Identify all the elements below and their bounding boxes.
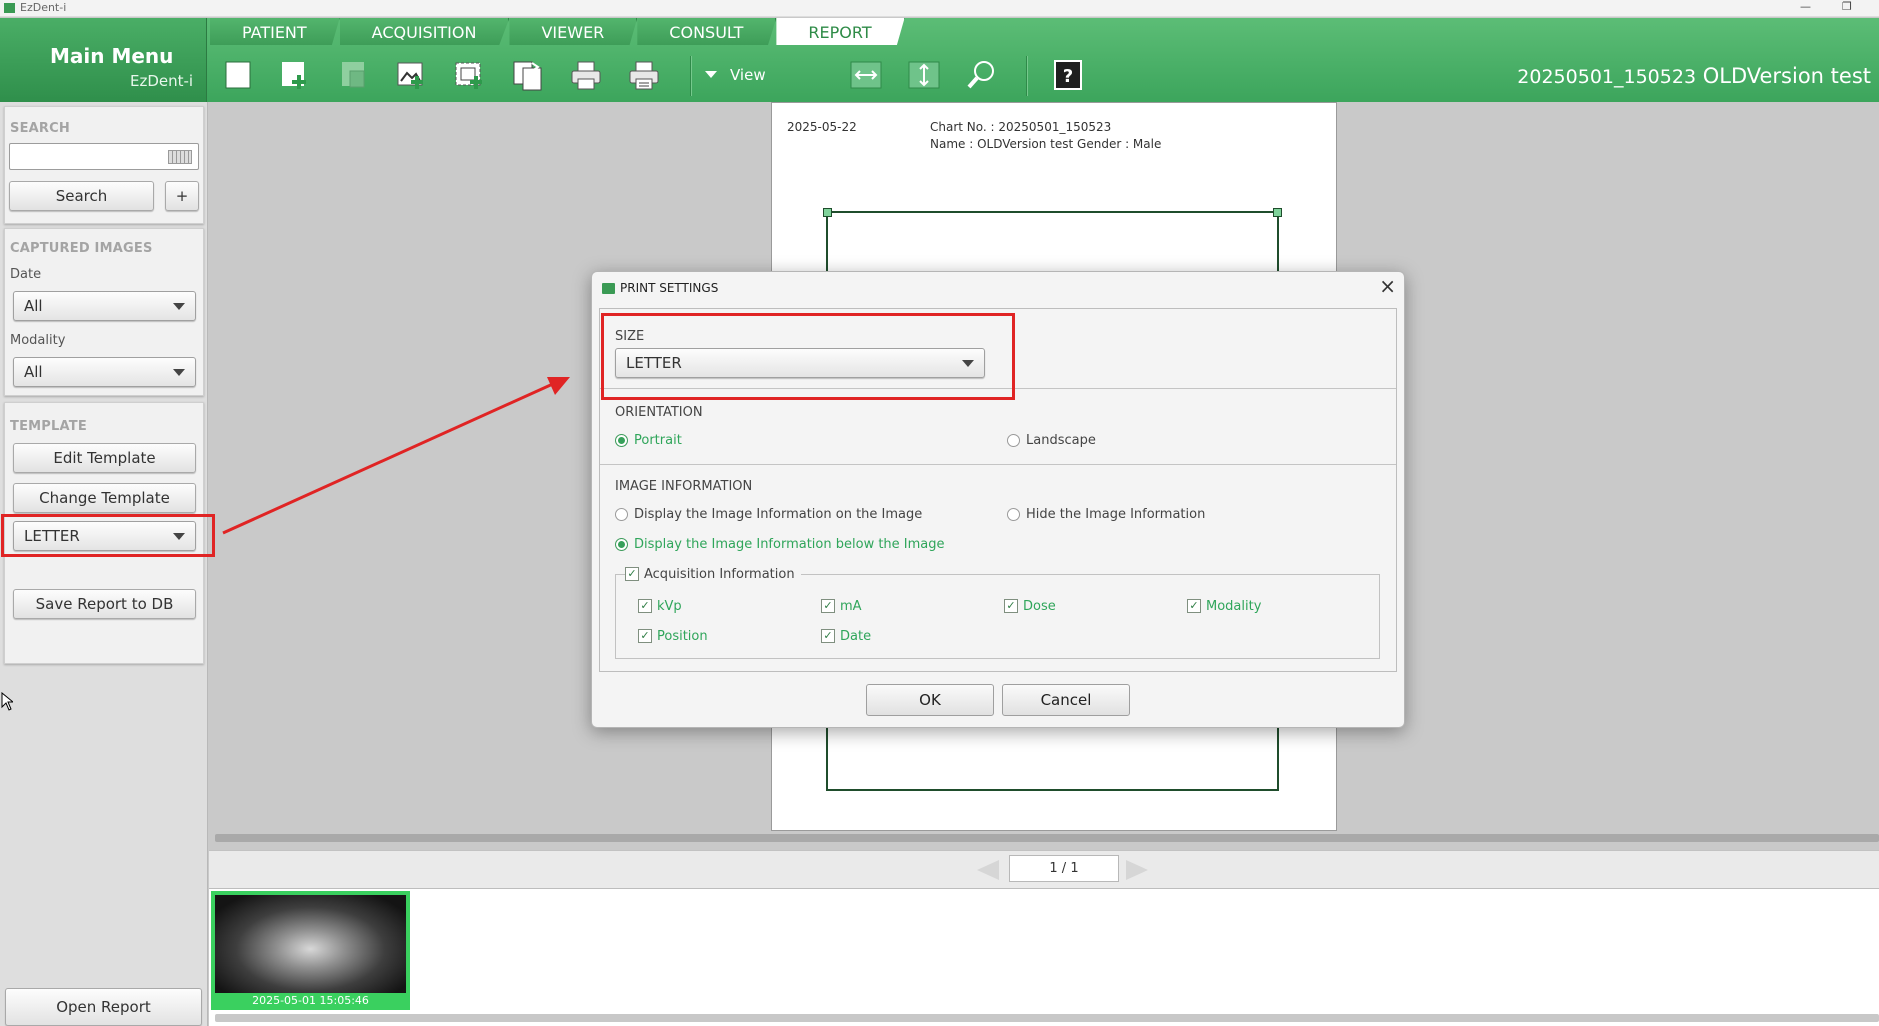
save-report-button[interactable]: Save Report to DB xyxy=(13,589,196,619)
svg-text:?: ? xyxy=(1063,66,1073,87)
captured-images-section: CAPTURED IMAGES Date All Modality All xyxy=(4,228,204,396)
add-search-button[interactable]: + xyxy=(165,181,199,211)
insert-image-icon[interactable] xyxy=(394,58,430,92)
search-button[interactable]: Search xyxy=(9,181,154,211)
modality-label: Modality xyxy=(10,333,66,348)
toolbar-separator xyxy=(1026,56,1028,96)
chevron-down-icon xyxy=(173,303,185,310)
previous-page-icon[interactable] xyxy=(977,860,999,880)
edit-template-button[interactable]: Edit Template xyxy=(13,443,196,473)
template-heading: TEMPLATE xyxy=(10,419,87,434)
view-menu-label[interactable]: View xyxy=(730,66,766,84)
report-chart-number: Chart No. : 20250501_150523 xyxy=(930,120,1112,134)
modality-checkbox[interactable]: Modality xyxy=(1187,599,1261,614)
modality-filter-value: All xyxy=(24,363,43,381)
delete-page-icon[interactable] xyxy=(336,58,372,92)
fit-width-icon[interactable] xyxy=(848,58,884,92)
cancel-button[interactable]: Cancel xyxy=(1002,684,1130,716)
keyboard-icon[interactable] xyxy=(168,150,192,164)
window-title: EzDent-i xyxy=(20,1,67,14)
date-filter-select[interactable]: All xyxy=(13,291,196,321)
image-information-label: IMAGE INFORMATION xyxy=(615,479,753,494)
module-tabs: PATIENT ACQUISITION VIEWER CONSULT REPOR… xyxy=(210,18,905,45)
captured-images-heading: CAPTURED IMAGES xyxy=(10,241,153,256)
thumbnail-caption: 2025-05-01 15:05:46 xyxy=(252,994,369,1007)
annotation-highlight-box xyxy=(601,313,1015,400)
dialog-app-icon xyxy=(602,283,615,294)
add-page-icon[interactable] xyxy=(278,58,314,92)
tab-acquisition[interactable]: ACQUISITION xyxy=(339,18,510,45)
page-indicator: 1 / 1 xyxy=(1009,855,1119,882)
open-report-button[interactable]: Open Report xyxy=(5,988,202,1026)
main-menu-subtitle: EzDent-i xyxy=(130,72,194,90)
mouse-cursor-icon xyxy=(1,692,13,711)
date-label: Date xyxy=(10,267,42,282)
tab-report[interactable]: REPORT xyxy=(776,18,905,45)
patient-chart-id: 20250501_150523 xyxy=(1517,66,1697,88)
chevron-down-icon xyxy=(173,369,185,376)
report-date: 2025-05-22 xyxy=(787,120,857,134)
main-menu-title: Main Menu xyxy=(50,44,174,68)
restore-icon[interactable]: ❐ xyxy=(1842,0,1852,13)
left-panel: SEARCH Search + CAPTURED IMAGES Date All… xyxy=(0,102,208,1026)
help-icon[interactable]: ? xyxy=(1050,58,1086,92)
acquisition-info-group xyxy=(615,574,1380,659)
thumbnail-scrollbar[interactable] xyxy=(215,1014,1879,1022)
divider xyxy=(600,464,1396,465)
display-below-image-radio[interactable]: Display the Image Information below the … xyxy=(615,537,945,552)
copy-page-icon[interactable] xyxy=(510,58,546,92)
display-on-image-radio[interactable]: Display the Image Information on the Ima… xyxy=(615,507,922,522)
dose-checkbox[interactable]: Dose xyxy=(1004,599,1056,614)
tab-patient[interactable]: PATIENT xyxy=(210,18,340,45)
acquisition-info-checkbox[interactable]: Acquisition Information xyxy=(625,567,801,582)
horizontal-scrollbar[interactable] xyxy=(215,834,1879,842)
print-settings-icon[interactable] xyxy=(626,58,662,92)
annotation-arrow xyxy=(222,377,570,535)
insert-frame-icon[interactable] xyxy=(452,58,488,92)
app-logo-icon xyxy=(4,3,15,13)
toolbar-separator xyxy=(690,56,692,96)
frame-handle[interactable] xyxy=(823,208,832,217)
position-checkbox[interactable]: Position xyxy=(638,629,708,644)
hide-image-info-radio[interactable]: Hide the Image Information xyxy=(1007,507,1205,522)
modality-filter-select[interactable]: All xyxy=(13,357,196,387)
tab-viewer[interactable]: VIEWER xyxy=(509,18,638,45)
view-dropdown-icon[interactable] xyxy=(704,58,718,92)
date-checkbox[interactable]: Date xyxy=(821,629,871,644)
orientation-label: ORIENTATION xyxy=(615,405,703,420)
next-page-icon[interactable] xyxy=(1126,860,1148,880)
close-icon[interactable]: × xyxy=(1379,274,1396,298)
thumbnail-strip: 2025-05-01 15:05:46 xyxy=(209,888,1879,1026)
dialog-title: PRINT SETTINGS xyxy=(620,281,719,295)
new-page-icon[interactable] xyxy=(220,58,256,92)
search-heading: SEARCH xyxy=(10,121,70,136)
fit-height-icon[interactable] xyxy=(906,58,942,92)
patient-title: 20250501_150523 OLDVersion test xyxy=(1517,64,1871,88)
panoramic-xray-image xyxy=(215,895,406,993)
search-input[interactable] xyxy=(9,143,199,170)
zoom-icon[interactable] xyxy=(964,58,1000,92)
annotation-highlight-box xyxy=(1,514,215,557)
patient-name: OLDVersion test xyxy=(1702,64,1871,88)
change-template-button[interactable]: Change Template xyxy=(13,483,196,513)
page-navigator: 1 / 1 xyxy=(209,850,1879,888)
ok-button[interactable]: OK xyxy=(866,684,994,716)
report-patient-info: Name : OLDVersion test Gender : Male xyxy=(930,137,1162,151)
frame-handle[interactable] xyxy=(1273,208,1282,217)
print-icon[interactable] xyxy=(568,58,604,92)
portrait-radio[interactable]: Portrait xyxy=(615,433,682,448)
search-section: SEARCH Search + xyxy=(4,106,204,224)
window-titlebar: EzDent-i — ❐ xyxy=(0,0,1879,17)
main-menu-button[interactable]: Main Menu EzDent-i xyxy=(0,18,207,102)
minimize-icon[interactable]: — xyxy=(1800,0,1811,13)
ma-checkbox[interactable]: mA xyxy=(821,599,862,614)
xray-thumbnail[interactable]: 2025-05-01 15:05:46 xyxy=(211,891,410,1010)
date-filter-value: All xyxy=(24,297,43,315)
kvp-checkbox[interactable]: kVp xyxy=(638,599,682,614)
tab-consult[interactable]: CONSULT xyxy=(637,18,777,45)
dialog-titlebar: PRINT SETTINGS × xyxy=(592,272,1404,308)
landscape-radio[interactable]: Landscape xyxy=(1007,433,1096,448)
